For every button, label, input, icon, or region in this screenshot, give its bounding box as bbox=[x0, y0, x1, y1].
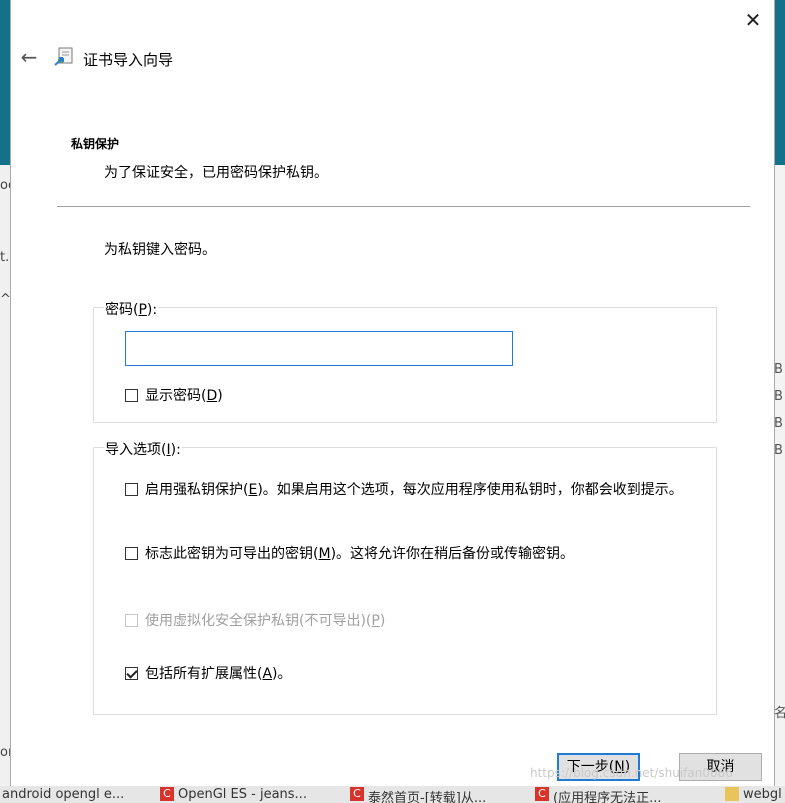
import-options-label: 导入选项(I): bbox=[104, 439, 182, 459]
import-options-group: 导入选项(I): 启用强私钥保护(E)。如果启用这个选项，每次应用程序使用私钥时… bbox=[93, 439, 717, 715]
csdn-icon: C bbox=[160, 787, 174, 801]
show-password-label: 显示密码(D) bbox=[145, 388, 223, 404]
virtualization-label: 使用虚拟化安全保护私钥(不可导出)(P) bbox=[145, 613, 386, 629]
background-text: t. bbox=[0, 250, 10, 265]
password-group-label: 密码(P): bbox=[104, 299, 159, 319]
header-divider bbox=[57, 206, 750, 207]
taskbar-item[interactable]: C 泰然首页-[转载]从... bbox=[350, 787, 486, 803]
taskbar-item[interactable]: android opengl e... bbox=[2, 787, 124, 802]
close-button[interactable]: ✕ bbox=[738, 6, 768, 34]
background-banner bbox=[0, 0, 10, 165]
taskbar-item[interactable]: C OpenGl ES - jeans... bbox=[160, 787, 307, 802]
taskbar: android opengl e... C OpenGl ES - jeans..… bbox=[0, 786, 785, 803]
background-text: B bbox=[774, 416, 783, 431]
taskbar-item[interactable]: C (应用程序无法正... bbox=[535, 787, 661, 803]
background-text: B bbox=[774, 443, 783, 458]
show-password-option[interactable]: 显示密码(D) bbox=[125, 386, 223, 406]
password-group: 密码(P): 显示密码(D) bbox=[93, 299, 717, 423]
background-window-left: oo t. ^ or bbox=[0, 0, 16, 803]
extended-properties-label: 包括所有扩展属性(A)。 bbox=[145, 666, 292, 682]
strong-protection-checkbox[interactable] bbox=[125, 483, 138, 496]
show-password-checkbox[interactable] bbox=[125, 389, 138, 402]
password-input[interactable] bbox=[125, 331, 513, 366]
section-description: 为了保证安全，已用密码保护私钥。 bbox=[104, 165, 328, 181]
extended-properties-checkbox[interactable] bbox=[125, 667, 138, 680]
strong-protection-option[interactable]: 启用强私钥保护(E)。如果启用这个选项，每次应用程序使用私钥时，你都会收到提示。 bbox=[125, 480, 695, 500]
background-text: B bbox=[774, 362, 783, 377]
virtualization-option: 使用虚拟化安全保护私钥(不可导出)(P) bbox=[125, 611, 385, 631]
exportable-key-label: 标志此密钥为可导出的密钥(M)。这将允许你在稍后备份或传输密钥。 bbox=[145, 546, 575, 562]
watermark: https://blog.csdn.net/shuifan0086 bbox=[530, 766, 733, 780]
background-text: B bbox=[774, 389, 783, 404]
taskbar-item[interactable]: webgl bbox=[725, 787, 782, 802]
section-title: 私钥保护 bbox=[71, 137, 120, 151]
exportable-key-option[interactable]: 标志此密钥为可导出的密钥(M)。这将允许你在稍后备份或传输密钥。 bbox=[125, 544, 695, 564]
virtualization-checkbox bbox=[125, 614, 138, 627]
background-text: 名 bbox=[774, 706, 785, 721]
strong-protection-label: 启用强私钥保护(E)。如果启用这个选项，每次应用程序使用私钥时，你都会收到提示。 bbox=[145, 482, 683, 498]
folder-icon bbox=[725, 787, 739, 801]
exportable-key-checkbox[interactable] bbox=[125, 547, 138, 560]
wizard-title: 证书导入向导 bbox=[83, 51, 174, 69]
csdn-icon: C bbox=[350, 787, 364, 801]
csdn-icon: C bbox=[535, 787, 549, 801]
instruction-text: 为私钥键入密码。 bbox=[104, 242, 216, 258]
certificate-import-wizard: ✕ ← 证书导入向导 私钥保护 为了保证安全，已用密码保护私钥。 为私钥键入密码… bbox=[10, 0, 775, 786]
certificate-wizard-icon bbox=[54, 47, 73, 66]
back-button[interactable]: ← bbox=[18, 44, 40, 70]
extended-properties-option[interactable]: 包括所有扩展属性(A)。 bbox=[125, 664, 292, 684]
